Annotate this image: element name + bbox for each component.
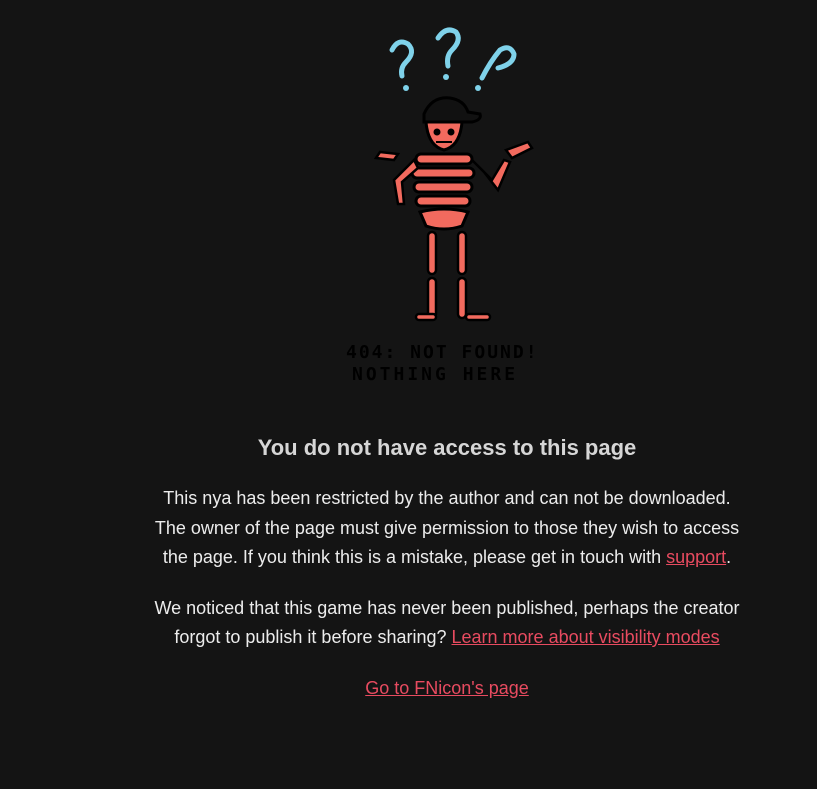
visibility-modes-link[interactable]: Learn more about visibility modes bbox=[452, 627, 720, 647]
confused-skeleton-icon: 404: NOT FOUND! NOTHING HERE bbox=[346, 27, 539, 385]
restriction-message: This nya has been restricted by the auth… bbox=[148, 484, 746, 573]
error-page: 404: NOT FOUND! NOTHING HERE You do not … bbox=[0, 0, 817, 789]
question-dots-icon bbox=[403, 74, 481, 91]
legs-icon bbox=[414, 230, 492, 322]
page-title: You do not have access to this page bbox=[257, 435, 637, 460]
restriction-text: This nya has been restricted by the auth… bbox=[154, 488, 740, 567]
message-block: You do not have access to this page This… bbox=[148, 428, 746, 703]
support-link[interactable]: support bbox=[666, 547, 726, 567]
not-found-caption: 404: NOT FOUND! NOTHING HERE bbox=[346, 342, 539, 385]
svg-text:NOTHING HERE: NOTHING HERE bbox=[352, 364, 518, 385]
unpublished-message: We noticed that this game has never been… bbox=[148, 594, 746, 653]
restriction-period: . bbox=[726, 547, 732, 567]
ribcage-icon bbox=[410, 152, 476, 231]
skull-icon bbox=[422, 96, 482, 152]
home-link-wrap: Go to FNicon's page bbox=[148, 674, 746, 704]
creator-page-link[interactable]: Go to FNicon's page bbox=[365, 678, 529, 698]
question-marks-icon bbox=[389, 27, 517, 81]
svg-text:404: NOT FOUND!: 404: NOT FOUND! bbox=[346, 342, 539, 363]
